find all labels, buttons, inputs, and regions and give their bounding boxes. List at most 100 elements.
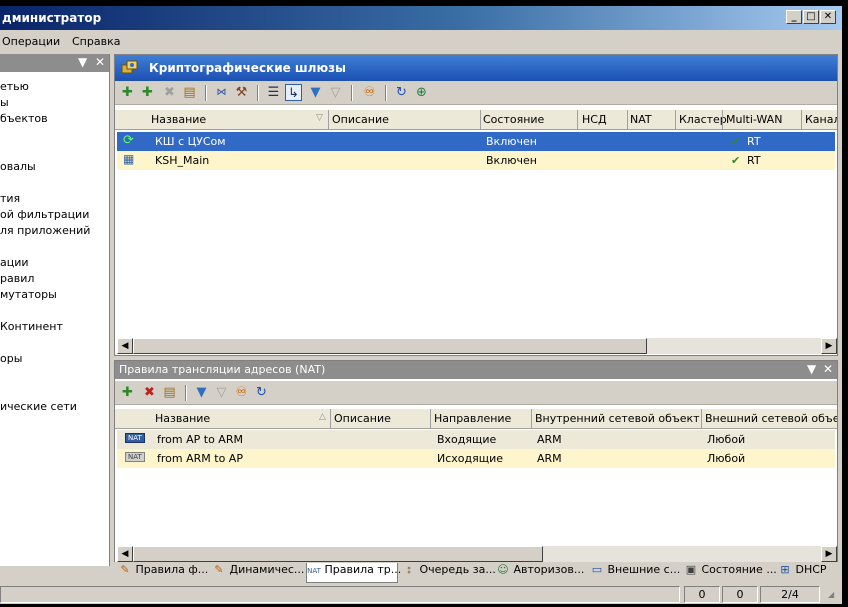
tree-item[interactable]: мутаторы xyxy=(0,288,57,301)
refresh-icon[interactable]: ↻ xyxy=(253,384,270,401)
clear-filter-icon[interactable]: ▽ xyxy=(213,384,230,401)
table-row[interactable]: NAT from AP to ARM Входящие ARM Любой xyxy=(117,430,835,449)
gateways-panel-header: Криптографические шлюзы xyxy=(115,55,837,81)
tab-filter-rules[interactable]: ✎ Правила ф... xyxy=(118,563,210,583)
scroll-thumb[interactable] xyxy=(133,338,647,354)
menu-operations[interactable]: Операции xyxy=(2,35,60,48)
list-view-icon[interactable]: ☰ xyxy=(265,84,282,101)
col-name[interactable]: Название xyxy=(151,113,206,126)
pane-menu-icon[interactable]: ▼ xyxy=(78,55,87,69)
cell-external: Любой xyxy=(707,433,746,446)
maximize-button[interactable]: □ xyxy=(803,10,819,24)
tree-view-icon[interactable]: ↳ xyxy=(285,84,302,101)
col-nat[interactable]: NAT xyxy=(630,113,652,126)
dhcp-icon: ⊞ xyxy=(780,563,790,576)
tab-dhcp[interactable]: ⊞ DHCP xyxy=(778,563,838,583)
tab-status[interactable]: ▣ Состояние ... xyxy=(684,563,777,583)
status-field: 0 xyxy=(684,586,720,603)
panel-tabs: ✎ Правила ф... ✎ Динамичес... NAT Правил… xyxy=(114,562,842,584)
resize-grip-icon[interactable]: ◢ xyxy=(828,590,840,602)
toolbar-separator xyxy=(205,85,207,101)
col-state[interactable]: Состояние xyxy=(483,113,544,126)
col-multiwan[interactable]: Multi-WAN xyxy=(726,113,782,126)
pane-menu-icon[interactable]: ▼ xyxy=(807,362,816,376)
nat-panel: Правила трансляции адресов (NAT) ▼ ✕ ✚ ✖… xyxy=(114,360,838,564)
tree-item[interactable]: тия xyxy=(0,192,20,205)
tree-item[interactable]: овалы xyxy=(0,160,36,173)
tree-item[interactable]: ля приложений xyxy=(0,224,90,237)
tree-item[interactable]: ой фильтрации xyxy=(0,208,89,221)
clear-filter-icon[interactable]: ▽ xyxy=(327,84,344,101)
tab-external[interactable]: ▭ Внешние с... xyxy=(590,563,682,583)
cell-name: KSH_Main xyxy=(155,154,210,167)
tree-item[interactable]: етью xyxy=(0,80,29,93)
table-row[interactable]: ▦ KSH_Main Включен ✔ RT xyxy=(117,151,835,170)
tab-dynamic-rules[interactable]: ✎ Динамичес... xyxy=(212,563,304,583)
nat-icon: NAT xyxy=(307,567,321,575)
scroll-right-icon[interactable]: ▶ xyxy=(821,338,837,354)
pane-close-icon[interactable]: ✕ xyxy=(823,362,833,376)
minimize-button[interactable]: _ xyxy=(786,10,802,24)
cell-multiwan: RT xyxy=(747,154,761,167)
col-cluster[interactable]: Кластер xyxy=(679,113,727,126)
tab-queue[interactable]: ⦂ Очередь за... xyxy=(402,563,496,583)
filter-icon[interactable]: ▼ xyxy=(307,84,324,101)
tree-item[interactable]: равил xyxy=(0,272,34,285)
find-icon[interactable]: ♾ xyxy=(233,384,250,401)
gateways-column-header: Название ▽ Описание Состояние НСД NAT Кл… xyxy=(115,110,837,130)
find-icon[interactable]: ♾ xyxy=(361,84,378,101)
dynamic-rules-icon: ✎ xyxy=(214,563,224,576)
menu-help[interactable]: Справка xyxy=(72,35,120,48)
close-button[interactable]: ✕ xyxy=(820,10,836,24)
col-description[interactable]: Описание xyxy=(332,113,389,126)
queue-icon: ⦂ xyxy=(407,563,411,576)
filter-icon[interactable]: ▼ xyxy=(193,384,210,401)
delete-icon[interactable]: ✖ xyxy=(161,84,178,101)
nat-hscrollbar[interactable]: ◀ ▶ xyxy=(117,545,837,562)
globe-icon[interactable]: ⊕ xyxy=(413,84,430,101)
table-row[interactable]: NAT from ARM to AP Исходящие ARM Любой xyxy=(117,449,835,468)
cell-state: Включен xyxy=(486,135,537,148)
toolbar-separator xyxy=(185,385,187,401)
tab-label: Авторизов... xyxy=(513,563,585,576)
navigation-pane-header: ▼ ✕ xyxy=(0,54,109,72)
col-description[interactable]: Описание xyxy=(334,412,391,425)
cell-direction: Исходящие xyxy=(437,452,504,465)
tree-item[interactable]: бъектов xyxy=(0,112,48,125)
tree-item[interactable]: Континент xyxy=(0,320,63,333)
tab-nat-rules[interactable]: NAT Правила тр... xyxy=(306,563,401,583)
gateways-hscrollbar[interactable]: ◀ ▶ xyxy=(117,337,837,354)
tab-authorized[interactable]: ☺ Авторизов... xyxy=(496,563,588,583)
hammer-icon[interactable]: ⚒ xyxy=(233,84,250,101)
scroll-left-icon[interactable]: ◀ xyxy=(117,338,133,354)
scroll-right-icon[interactable]: ▶ xyxy=(821,546,837,562)
cell-name: КШ с ЦУСом xyxy=(155,135,226,148)
col-channel[interactable]: Канал xyxy=(805,113,837,126)
pane-close-icon[interactable]: ✕ xyxy=(95,55,105,69)
tree-item[interactable]: ические сети xyxy=(0,400,77,413)
scroll-thumb[interactable] xyxy=(133,546,543,562)
delete-icon[interactable]: ✖ xyxy=(141,384,158,401)
col-external[interactable]: Внешний сетевой объект xyxy=(705,412,837,425)
col-name[interactable]: Название xyxy=(155,412,210,425)
tree-item[interactable]: ы xyxy=(0,96,9,109)
table-row[interactable]: ⟳ КШ с ЦУСом Включен ✔ RT xyxy=(117,132,835,151)
tree-item[interactable]: оры xyxy=(0,352,22,365)
add-rule-icon[interactable]: ✚ xyxy=(119,384,136,401)
refresh-icon[interactable]: ↻ xyxy=(393,84,410,101)
gateway-icon: ▦ xyxy=(123,152,135,166)
col-direction[interactable]: Направление xyxy=(434,412,511,425)
add-cluster-icon[interactable]: ✚ xyxy=(139,84,156,101)
scroll-left-icon[interactable]: ◀ xyxy=(117,546,133,562)
col-internal[interactable]: Внутренний сетевой объект xyxy=(535,412,700,425)
gateways-icon xyxy=(121,60,138,74)
properties-icon[interactable]: ▤ xyxy=(181,84,198,101)
add-gateway-icon[interactable]: ✚ xyxy=(119,84,136,101)
tree-item[interactable]: ации xyxy=(0,256,29,269)
menu-bar: Операции Справка xyxy=(0,32,842,52)
tab-label: Очередь за... xyxy=(419,563,496,576)
properties-icon[interactable]: ▤ xyxy=(161,384,178,401)
cell-external: Любой xyxy=(707,452,746,465)
connect-icon[interactable]: ⋈ xyxy=(213,84,230,101)
col-nsd[interactable]: НСД xyxy=(582,113,607,126)
